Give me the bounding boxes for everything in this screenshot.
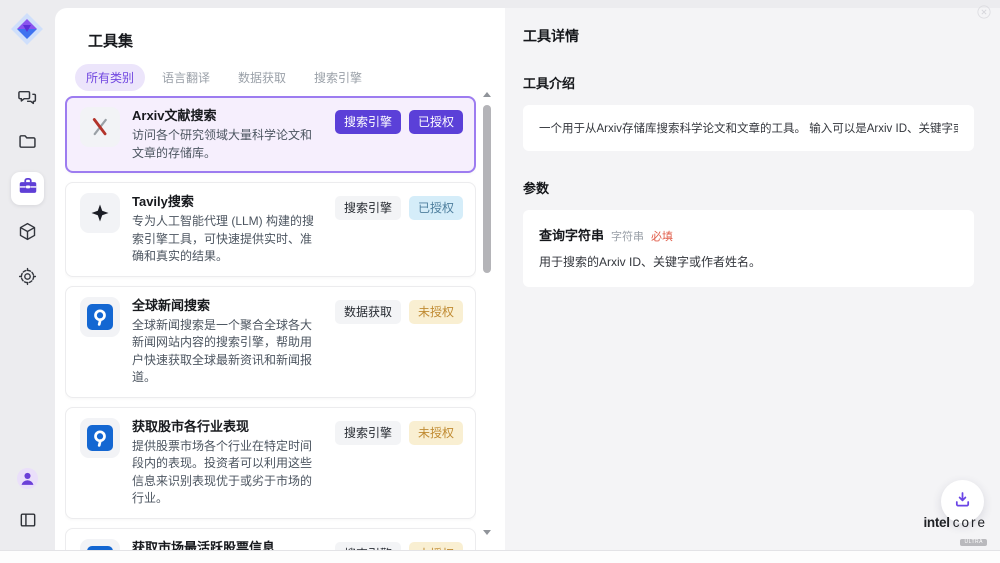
tool-badges: 搜索引擎已授权 <box>335 193 463 266</box>
download-icon <box>952 489 973 515</box>
collapse-sidebar-button[interactable] <box>11 506 44 539</box>
param-required-badge: 必填 <box>651 228 673 244</box>
intro-card: 一个用于从Arxiv存储库搜索科学论文和文章的工具。 输入可以是Arxiv ID… <box>523 105 974 151</box>
folder-icon <box>17 131 38 157</box>
auth-status-badge: 已授权 <box>409 196 463 220</box>
tool-description: 访问各个研究领域大量科学论文和文章的存储库。 <box>132 127 323 162</box>
sidebar-item-files[interactable] <box>11 127 44 160</box>
cube-icon <box>17 221 38 247</box>
intel-ultra-badge: ultra <box>960 539 987 546</box>
tab-search-engine[interactable]: 搜索引擎 <box>303 64 373 91</box>
tool-card-global-news-search[interactable]: 全球新闻搜索全球新闻搜索是一个聚合全球各大新闻网站内容的搜索引擎，帮助用户快速获… <box>65 286 476 398</box>
arxiv-logo-icon <box>80 107 120 147</box>
sidebar-item-tools[interactable] <box>11 172 44 205</box>
intro-text: 一个用于从Arxiv存储库搜索科学论文和文章的工具。 输入可以是Arxiv ID… <box>539 120 958 136</box>
category-badge: 搜索引擎 <box>335 196 401 220</box>
sidebar-item-models[interactable] <box>11 217 44 250</box>
sidebar-bottom <box>0 464 55 539</box>
chat-icon <box>17 86 38 112</box>
category-badge: 数据获取 <box>335 300 401 324</box>
app-window: 工具集 所有类别语言翻译数据获取搜索引擎 Arxiv文献搜索访问各个研究领域大量… <box>0 0 1000 563</box>
param-card: 查询字符串字符串必填用于搜索的Arxiv ID、关键字或作者姓名。 <box>523 210 974 287</box>
scroll-up-arrow[interactable] <box>483 92 491 97</box>
tool-card-arxiv-search[interactable]: Arxiv文献搜索访问各个研究领域大量科学论文和文章的存储库。搜索引擎已授权 <box>65 96 476 173</box>
tool-title: Arxiv文献搜索 <box>132 107 323 124</box>
gear-icon <box>17 266 38 292</box>
sidebar <box>0 0 55 551</box>
tool-card-body: 获取股市各行业表现提供股票市场各个行业在特定时间段内的表现。投资者可以利用这些信… <box>132 418 323 508</box>
intro-heading: 工具介绍 <box>523 73 974 92</box>
tool-card-most-active-stocks[interactable]: 获取市场最活跃股票信息提供当天交易量最高的股票列表，投资者可以利用这些信息来识别… <box>65 528 476 552</box>
category-badge: 搜索引擎 <box>335 421 401 445</box>
auth-status-badge: 未授权 <box>409 300 463 324</box>
category-tabs: 所有类别语言翻译数据获取搜索引擎 <box>75 64 373 91</box>
gem-logo-icon <box>9 11 45 47</box>
sidebar-item-chat[interactable] <box>11 82 44 115</box>
param-header: 查询字符串字符串必填 <box>539 225 958 244</box>
tool-title: 全球新闻搜索 <box>132 297 323 314</box>
toolset-panel: 工具集 所有类别语言翻译数据获取搜索引擎 Arxiv文献搜索访问各个研究领域大量… <box>55 8 505 551</box>
scrollbar-thumb[interactable] <box>483 105 491 273</box>
tool-list: Arxiv文献搜索访问各个研究领域大量科学论文和文章的存储库。搜索引擎已授权Ta… <box>65 96 476 551</box>
tab-language-translation[interactable]: 语言翻译 <box>151 64 221 91</box>
tool-title: 获取股市各行业表现 <box>132 418 323 435</box>
scroll-down-arrow[interactable] <box>483 530 491 535</box>
intel-core-logo: intelcore ultra <box>923 515 987 547</box>
param-description: 用于搜索的Arxiv ID、关键字或作者姓名。 <box>539 253 958 270</box>
toolbox-icon <box>17 175 39 202</box>
sidebar-nav <box>0 82 55 295</box>
juhe-q-icon <box>80 297 120 337</box>
window-bottom-strip <box>0 550 1000 563</box>
params-heading: 参数 <box>523 178 974 197</box>
scrollbar[interactable] <box>482 92 492 535</box>
tool-card-stock-sector-performance[interactable]: 获取股市各行业表现提供股票市场各个行业在特定时间段内的表现。投资者可以利用这些信… <box>65 407 476 519</box>
auth-status-badge: 已授权 <box>409 110 463 134</box>
page-title: 工具集 <box>88 30 133 51</box>
avatar-icon <box>16 467 39 495</box>
panel-toggle-icon <box>18 510 38 535</box>
close-icon[interactable] <box>977 5 991 24</box>
tavily-star-icon <box>80 193 120 233</box>
juhe-q-icon <box>80 418 120 458</box>
tab-data-fetch[interactable]: 数据获取 <box>227 64 297 91</box>
tool-detail-panel: 工具详情 工具介绍 一个用于从Arxiv存储库搜索科学论文和文章的工具。 输入可… <box>505 8 1000 551</box>
param-type: 字符串 <box>611 228 644 244</box>
tool-badges: 搜索引擎已授权 <box>335 107 463 162</box>
tool-description: 全球新闻搜索是一个聚合全球各大新闻网站内容的搜索引擎，帮助用户快速获取全球最新资… <box>132 317 323 387</box>
tool-title: Tavily搜索 <box>132 193 323 210</box>
tool-description: 提供股票市场各个行业在特定时间段内的表现。投资者可以利用这些信息来识别表现优于或… <box>132 438 323 508</box>
tool-card-tavily-search[interactable]: Tavily搜索专为人工智能代理 (LLM) 构建的搜索引擎工具，可快速提供实时… <box>65 182 476 277</box>
tool-description: 专为人工智能代理 (LLM) 构建的搜索引擎工具，可快速提供实时、准确和真实的结… <box>132 213 323 266</box>
tool-card-body: Arxiv文献搜索访问各个研究领域大量科学论文和文章的存储库。 <box>132 107 323 162</box>
tool-card-body: Tavily搜索专为人工智能代理 (LLM) 构建的搜索引擎工具，可快速提供实时… <box>132 193 323 266</box>
param-name: 查询字符串 <box>539 225 604 244</box>
tool-card-body: 全球新闻搜索全球新闻搜索是一个聚合全球各大新闻网站内容的搜索引擎，帮助用户快速获… <box>132 297 323 387</box>
tab-all-categories[interactable]: 所有类别 <box>75 64 145 91</box>
sidebar-item-settings[interactable] <box>11 262 44 295</box>
auth-status-badge: 未授权 <box>409 421 463 445</box>
tool-badges: 数据获取未授权 <box>335 297 463 387</box>
user-avatar[interactable] <box>11 464 44 497</box>
category-badge: 搜索引擎 <box>335 110 401 134</box>
detail-title: 工具详情 <box>523 26 974 46</box>
tool-badges: 搜索引擎未授权 <box>335 418 463 508</box>
